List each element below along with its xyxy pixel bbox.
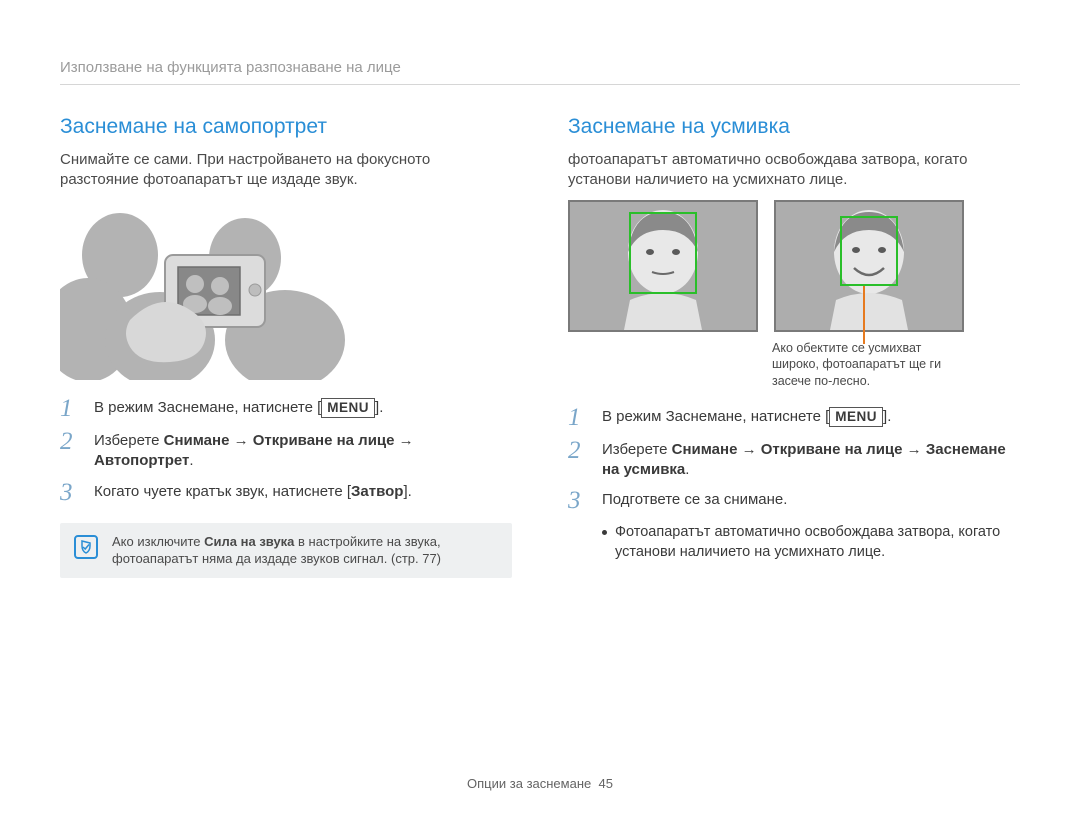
- menu-key-icon: MENU: [321, 398, 375, 418]
- step-left-3: 3 Когато чуете кратък звук, натиснете [З…: [60, 482, 512, 505]
- two-column-layout: Заснемане на самопортрет Снимайте се сам…: [60, 113, 1020, 577]
- bullet-dot-icon: [602, 530, 607, 535]
- smile-callout-note: Ако обектите се усмихват широко, фотоапа…: [772, 340, 964, 389]
- step-left-2: 2 Изберете Снимане → Откриване на лице →…: [60, 431, 512, 472]
- smile-illustration-group: [568, 200, 1020, 332]
- face-detect-box-smile: [840, 216, 898, 286]
- step-text: Когато чуете кратък звук, натиснете [Зат…: [94, 482, 512, 502]
- step-text: В режим Заснемане, натиснете [MENU].: [602, 407, 1020, 427]
- note-text: Ако изключите Сила на звука в настройкит…: [112, 533, 498, 568]
- step-number: 1: [568, 405, 588, 430]
- page-footer: Опции за заснемане 45: [0, 775, 1080, 793]
- face-panel-neutral: [568, 200, 758, 332]
- step-text: Изберете Снимане → Откриване на лице → А…: [94, 431, 512, 472]
- face-detect-box: [629, 212, 697, 294]
- step-number: 1: [60, 396, 80, 421]
- intro-text-left: Снимайте се сами. При настройването на ф…: [60, 150, 512, 191]
- steps-right: 1 В режим Заснемане, натиснете [MENU]. 2…: [568, 407, 1020, 514]
- face-panel-smile: [774, 200, 964, 332]
- page-number: 45: [598, 776, 612, 791]
- step-right-2: 2 Изберете Снимане → Откриване на лице →…: [568, 440, 1020, 481]
- step-number: 3: [568, 488, 588, 513]
- menu-key-icon: MENU: [829, 407, 883, 427]
- right-column: Заснемане на усмивка фотоапаратът автома…: [568, 113, 1020, 577]
- step-number: 3: [60, 480, 80, 505]
- selfportrait-illustration: [60, 200, 360, 380]
- section-title-smile: Заснемане на усмивка: [568, 113, 1020, 141]
- step-post: ].: [375, 399, 383, 416]
- section-title-selfportrait: Заснемане на самопортрет: [60, 113, 512, 141]
- step-right-1: 1 В режим Заснемане, натиснете [MENU].: [568, 407, 1020, 430]
- step-text: Подгответе се за снимане.: [602, 490, 1020, 510]
- step-right-3: 3 Подгответе се за снимане.: [568, 490, 1020, 513]
- step-number: 2: [60, 429, 80, 454]
- step-number: 2: [568, 438, 588, 463]
- steps-left: 1 В режим Заснемане, натиснете [MENU]. 2…: [60, 398, 512, 505]
- manual-page: Използване на функцията разпознаване на …: [0, 0, 1080, 815]
- left-column: Заснемане на самопортрет Снимайте се сам…: [60, 113, 512, 577]
- intro-text-right: фотоапаратът автоматично освобождава зат…: [568, 150, 1020, 191]
- step-post: ].: [883, 408, 891, 425]
- step-text: В режим Заснемане, натиснете [MENU].: [94, 398, 512, 418]
- step-pre: В режим Заснемане, натиснете [: [602, 408, 829, 425]
- step-pre: В режим Заснемане, натиснете [: [94, 399, 321, 416]
- step-text: Изберете Снимане → Откриване на лице → З…: [602, 440, 1020, 481]
- callout-line-icon: [863, 286, 865, 344]
- sub-bullet-text: Фотоапаратът автоматично освобождава зат…: [615, 523, 1020, 562]
- footer-label: Опции за заснемане: [467, 776, 591, 791]
- step-left-1: 1 В режим Заснемане, натиснете [MENU].: [60, 398, 512, 421]
- breadcrumb: Използване на функцията разпознаване на …: [60, 58, 1020, 85]
- note-box: Ако изключите Сила на звука в настройкит…: [60, 523, 512, 578]
- face-panels-row: [568, 200, 1020, 332]
- note-icon: [74, 535, 98, 559]
- sub-bullet: Фотоапаратът автоматично освобождава зат…: [602, 523, 1020, 562]
